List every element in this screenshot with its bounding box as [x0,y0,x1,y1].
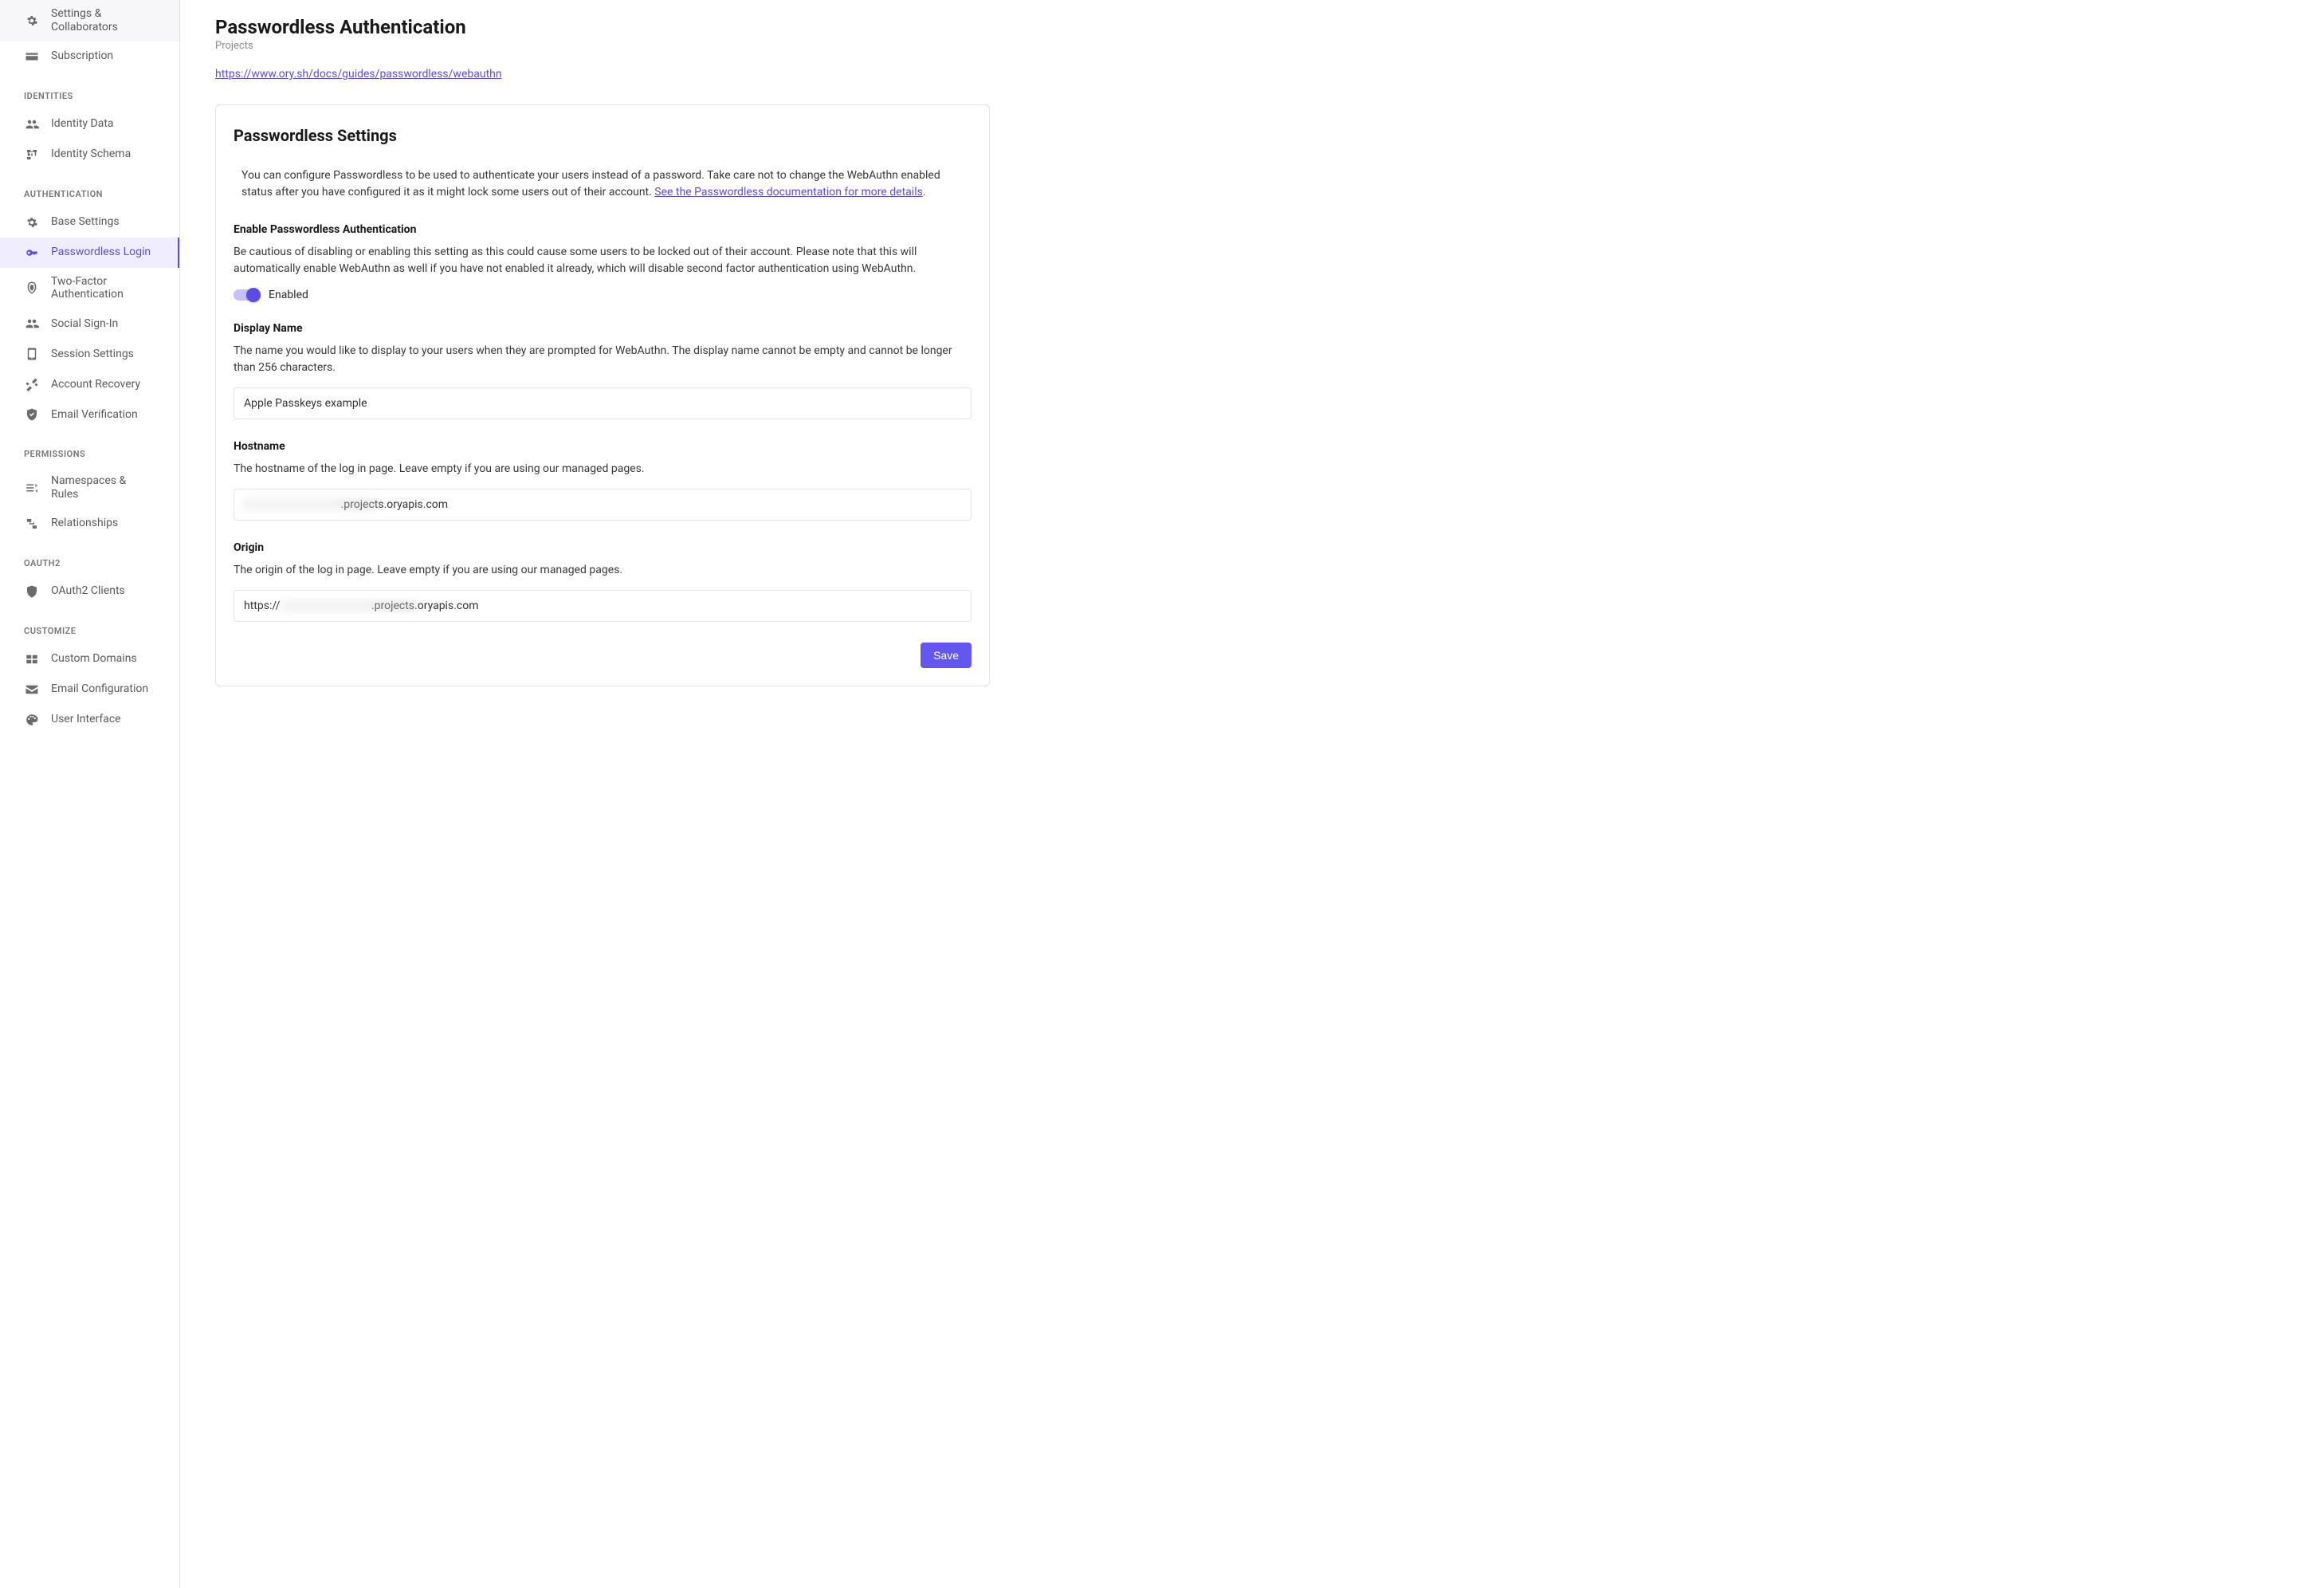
enable-toggle-label: Enabled [269,289,308,301]
phone-icon [24,346,40,362]
sidebar-item-passwordless[interactable]: Passwordless Login [0,238,179,268]
enable-title: Enable Passwordless Authentication [234,223,972,236]
sidebar-item-label: Identity Schema [51,147,131,161]
people-icon [24,316,40,332]
display-name-desc: The name you would like to display to yo… [234,343,972,376]
sidebar-item-label: Account Recovery [51,378,140,391]
sidebar-item-account-recovery[interactable]: Account Recovery [0,369,179,399]
origin-desc: The origin of the log in page. Leave emp… [234,562,972,579]
sidebar-item-label: Passwordless Login [51,246,151,259]
save-button[interactable]: Save [921,643,972,668]
redacted-blur [243,498,379,511]
sidebar-item-label: Subscription [51,49,113,63]
doc-link-anchor[interactable]: https://www.ory.sh/docs/guides/passwordl… [215,68,502,81]
gear-icon [24,13,40,29]
sidebar-item-label: User Interface [51,713,121,726]
redacted-blur [281,599,417,612]
gear-icon [24,214,40,230]
sidebar-item-label: Email Verification [51,408,138,422]
sidebar-item-label: Custom Domains [51,652,137,666]
card-icon [24,49,40,65]
sidebar-item-settings-collaborators[interactable]: Settings & Collaborators [0,0,179,41]
key-icon [24,245,40,261]
tools-icon [24,376,40,392]
main-content: Passwordless Authentication Projects htt… [180,0,1025,1588]
origin-title: Origin [234,541,972,554]
doc-link: https://www.ory.sh/docs/guides/passwordl… [215,68,502,81]
sidebar-item-label: Identity Data [51,117,114,131]
sidebar-item-oauth2-clients[interactable]: OAuth2 Clients [0,576,179,607]
sidebar-item-label: OAuth2 Clients [51,584,125,598]
breadcrumb[interactable]: Projects [215,40,990,52]
sidebar-item-label: Base Settings [51,215,120,229]
sidebar-item-two-factor[interactable]: Two-Factor Authentication [0,268,179,309]
fingerprint-icon [24,280,40,296]
sidebar-item-label: Relationships [51,517,118,530]
sidebar-item-label: Session Settings [51,348,134,361]
shield-icon [24,584,40,599]
sidebar-section-heading: AUTHENTICATION [0,170,179,207]
relationship-icon [24,516,40,532]
sidebar-item-label: Social Sign-In [51,317,118,331]
hostname-block: Hostname The hostname of the log in page… [234,440,972,521]
sidebar-item-label: Namespaces & Rules [51,474,155,501]
hostname-desc: The hostname of the log in page. Leave e… [234,461,972,478]
sidebar-item-custom-domains[interactable]: Custom Domains [0,644,179,674]
enable-desc: Be cautious of disabling or enabling thi… [234,244,972,277]
card-lead: You can configure Passwordless to be use… [241,167,964,201]
sidebar-item-label: Two-Factor Authentication [51,275,155,302]
enable-toggle[interactable] [234,289,259,301]
card-lead-link[interactable]: See the Passwordless documentation for m… [654,186,923,198]
card-lead-suffix: . [923,186,926,198]
schema-icon [24,147,40,163]
passwordless-settings-card: Passwordless Settings You can configure … [215,104,990,686]
rules-icon [24,480,40,496]
display-name-input[interactable] [234,387,972,419]
mail-icon [24,682,40,698]
display-name-block: Display Name The name you would like to … [234,322,972,419]
display-name-title: Display Name [234,322,972,335]
shield-check-icon [24,407,40,423]
sidebar-item-relationships[interactable]: Relationships [0,509,179,539]
enable-passwordless-block: Enable Passwordless Authentication Be ca… [234,223,972,301]
sidebar-item-social-sign-in[interactable]: Social Sign-In [0,309,179,339]
page-title: Passwordless Authentication [215,16,990,38]
sidebar-item-base-settings[interactable]: Base Settings [0,207,179,238]
sidebar-item-email-configuration[interactable]: Email Configuration [0,674,179,705]
sidebar-item-identity-schema[interactable]: Identity Schema [0,140,179,170]
domains-icon [24,651,40,667]
people-icon [24,116,40,132]
sidebar-section-heading: OAUTH2 [0,539,179,576]
sidebar-item-label: Settings & Collaborators [51,7,155,34]
sidebar-section-heading: CUSTOMIZE [0,607,179,644]
sidebar: Settings & Collaborators Subscription IDE… [0,0,180,1588]
palette-icon [24,712,40,728]
sidebar-item-identity-data[interactable]: Identity Data [0,109,179,140]
sidebar-item-user-interface[interactable]: User Interface [0,705,179,735]
origin-block: Origin The origin of the log in page. Le… [234,541,972,622]
sidebar-item-namespaces-rules[interactable]: Namespaces & Rules [0,467,179,509]
sidebar-section-heading: IDENTITIES [0,72,179,109]
hostname-title: Hostname [234,440,972,453]
sidebar-item-subscription[interactable]: Subscription [0,41,179,72]
sidebar-item-session-settings[interactable]: Session Settings [0,339,179,369]
sidebar-item-label: Email Configuration [51,682,148,696]
card-title: Passwordless Settings [234,126,972,145]
sidebar-item-email-verification[interactable]: Email Verification [0,399,179,430]
sidebar-section-heading: PERMISSIONS [0,430,179,467]
